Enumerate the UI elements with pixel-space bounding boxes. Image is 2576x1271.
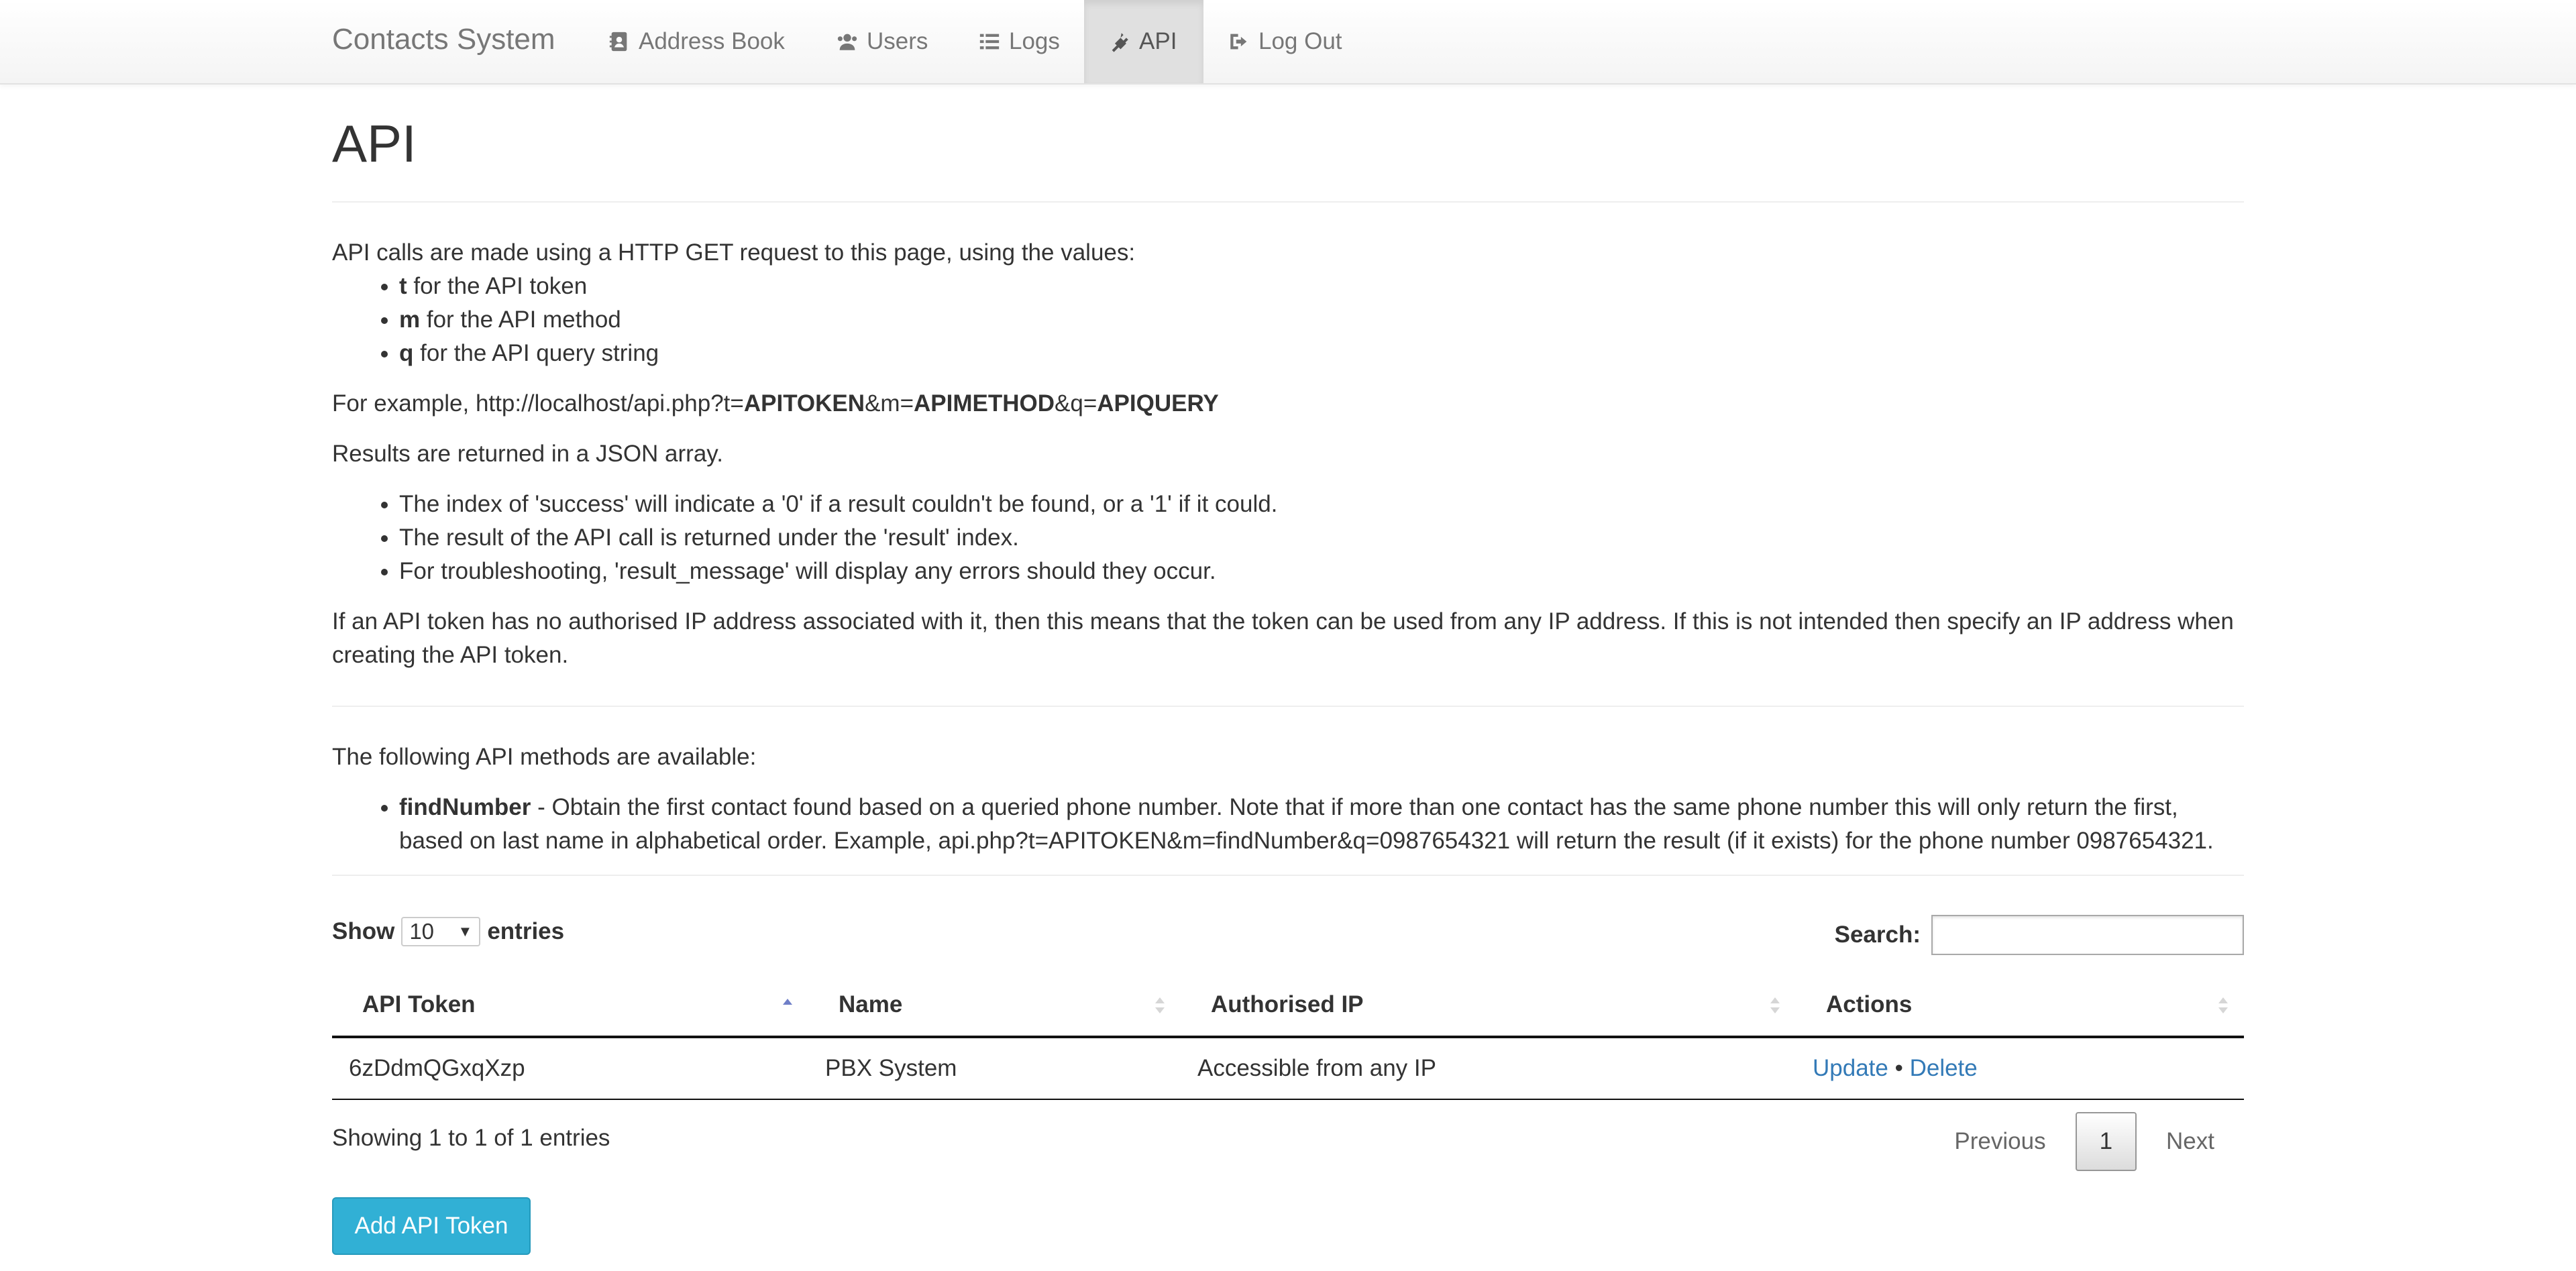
nav-address-book-label: Address Book [639, 28, 785, 54]
token-cell: 6zDdmQGxqXzp [332, 1037, 808, 1100]
list-item: For troubleshooting, 'result_message' wi… [399, 555, 2244, 588]
table-footer: Showing 1 to 1 of 1 entries Previous 1 N… [332, 1107, 2244, 1180]
nav-log-out-label: Log Out [1258, 28, 1342, 54]
table-header-row: API Token Name Authorised IP Actions [332, 974, 2244, 1038]
users-icon [836, 30, 859, 53]
brand-link[interactable]: Contacts System [332, 23, 555, 56]
address-book-icon [608, 30, 631, 53]
sign-out-icon [1228, 30, 1250, 53]
table-row: 6zDdmQGxqXzp PBX System Accessible from … [332, 1037, 2244, 1100]
divider [332, 201, 2244, 203]
sort-both-icon [1770, 997, 1780, 1013]
example-url: For example, http://localhost/api.php?t=… [332, 390, 1219, 417]
table-controls: Show 10 ▼ entries Search: [332, 909, 2244, 970]
sort-both-icon [2218, 997, 2228, 1013]
list-item: The index of 'success' will indicate a '… [399, 488, 2244, 521]
api-intro: API calls are made using a HTTP GET requ… [332, 239, 1136, 266]
actions-cell: Update • Delete [1796, 1037, 2244, 1100]
nav-api[interactable]: API [1084, 0, 1203, 83]
main-content: API API calls are made using a HTTP GET … [332, 83, 2244, 1180]
sort-asc-icon [783, 999, 792, 1005]
show-entries: Show 10 ▼ entries [332, 915, 564, 948]
api-token-table: API Token Name Authorised IP Actions 6zD… [332, 974, 2244, 1100]
column-actions[interactable]: Actions [1796, 974, 2244, 1038]
list-item: q for the API query string [399, 337, 2244, 370]
list-item: The result of the API call is returned u… [399, 521, 2244, 555]
previous-button[interactable]: Previous [1925, 1112, 2075, 1171]
page-size-select[interactable]: 10 ▼ [401, 917, 481, 946]
table-info: Showing 1 to 1 of 1 entries [332, 1125, 610, 1151]
name-cell: PBX System [808, 1037, 1181, 1100]
nav-address-book[interactable]: Address Book [584, 0, 809, 83]
nav-log-out[interactable]: Log Out [1203, 0, 1366, 83]
results-list: The index of 'success' will indicate a '… [332, 488, 2244, 588]
list-item: t for the API token [399, 270, 2244, 303]
page-size-value: 10 [409, 919, 435, 944]
top-navbar: Contacts System Address Book Users Logs … [0, 0, 2576, 85]
column-authorised-ip[interactable]: Authorised IP [1181, 974, 1796, 1038]
add-api-token-button[interactable]: Add API Token [332, 1197, 531, 1255]
page-1-button[interactable]: 1 [2075, 1112, 2137, 1171]
list-item: findNumber - Obtain the first contact fo… [399, 791, 2244, 858]
column-api-token[interactable]: API Token [332, 974, 808, 1038]
ip-note: If an API token has no authorised IP add… [332, 608, 2234, 668]
update-link[interactable]: Update [1813, 1055, 1888, 1081]
page-title: API [332, 114, 417, 173]
delete-link[interactable]: Delete [1910, 1055, 1978, 1081]
plug-icon [1108, 30, 1131, 53]
nav-logs[interactable]: Logs [954, 0, 1084, 83]
pagination: Previous 1 Next [1925, 1112, 2244, 1171]
nav-api-label: API [1139, 28, 1177, 54]
divider [332, 706, 2244, 707]
nav-users[interactable]: Users [812, 0, 952, 83]
sort-both-icon [1155, 997, 1165, 1013]
methods-list: findNumber - Obtain the first contact fo… [332, 791, 2244, 858]
entries-label: entries [487, 918, 565, 944]
methods-intro: The following API methods are available: [332, 744, 757, 770]
list-item: m for the API method [399, 303, 2244, 337]
list-icon [978, 30, 1001, 53]
param-list: t for the API token m for the API method… [332, 270, 2244, 370]
search-label: Search: [1834, 922, 1921, 948]
nav-logs-label: Logs [1009, 28, 1060, 54]
search-box: Search: [1835, 915, 2244, 955]
action-separator: • [1888, 1055, 1910, 1081]
nav-users-label: Users [867, 28, 928, 54]
search-input[interactable] [1931, 915, 2244, 955]
caret-down-icon: ▼ [458, 923, 473, 940]
divider [332, 875, 2244, 876]
ip-cell: Accessible from any IP [1181, 1037, 1796, 1100]
results-intro: Results are returned in a JSON array. [332, 441, 723, 467]
column-name[interactable]: Name [808, 974, 1181, 1038]
show-label: Show [332, 918, 395, 944]
next-button[interactable]: Next [2137, 1112, 2244, 1171]
